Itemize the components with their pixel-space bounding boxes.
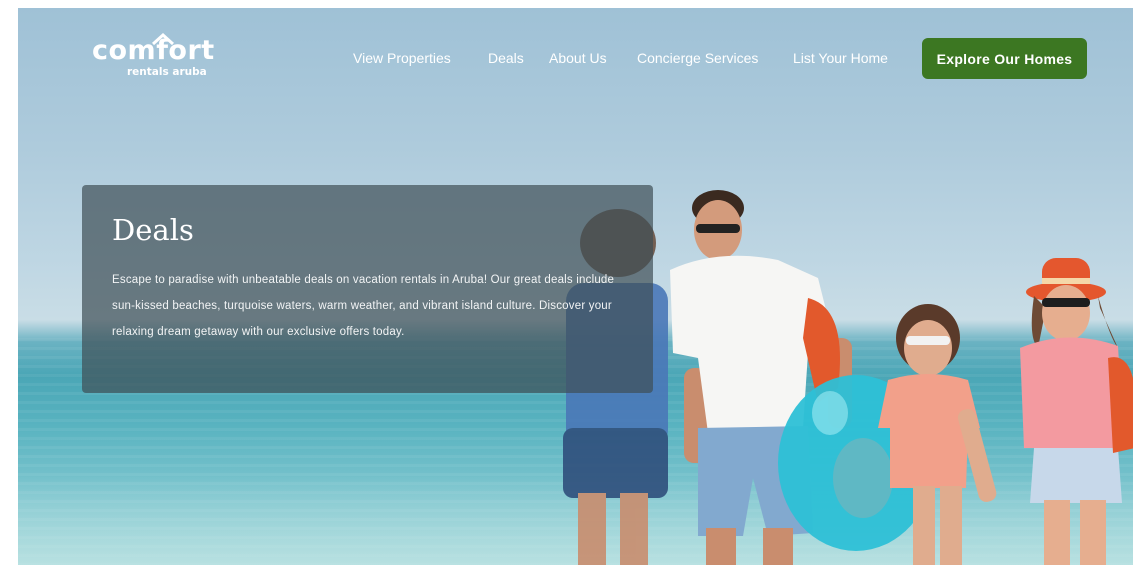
logo[interactable]: comfort rentals aruba [92,32,222,80]
nav-concierge-services[interactable]: Concierge Services [637,49,758,67]
deals-description: Escape to paradise with unbeatable deals… [112,274,615,338]
page-title: Deals [112,213,194,247]
page: comfort rentals aruba View Properties De… [0,0,1133,565]
logo-tagline: rentals aruba [127,66,207,78]
nav-view-properties[interactable]: View Properties [353,49,451,67]
house-roof-icon [151,32,175,50]
explore-our-homes-button[interactable]: Explore Our Homes [922,38,1087,79]
girl-right-figure [1020,258,1133,565]
nav-list-your-home[interactable]: List Your Home [793,49,888,67]
nav-about-us[interactable]: About Us [549,49,607,67]
nav-deals[interactable]: Deals [488,49,524,67]
deals-panel: Deals Escape to paradise with unbeatable… [82,185,653,393]
site-header: comfort rentals aruba View Properties De… [0,0,1133,110]
